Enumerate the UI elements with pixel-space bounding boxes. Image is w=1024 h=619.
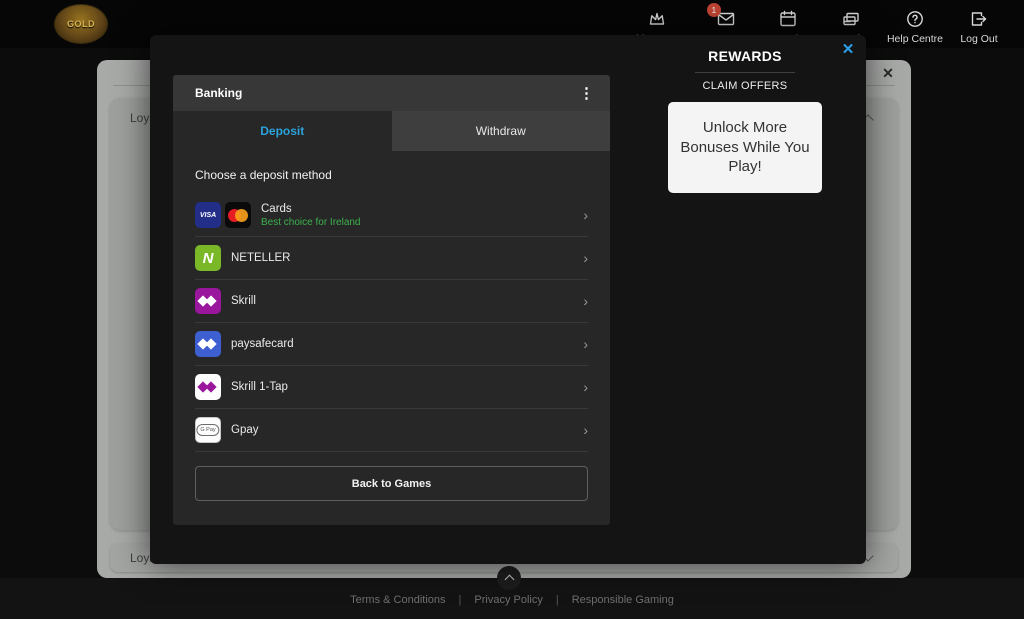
visa-icon: [195, 202, 221, 228]
chevron-up-icon: [504, 575, 514, 585]
calendar-icon: [777, 9, 799, 29]
responsible-gaming-link[interactable]: Responsible Gaming: [572, 594, 674, 606]
method-name: Skrill 1-Tap: [231, 381, 288, 393]
casino-logo-emblem: GOLD: [54, 4, 108, 44]
rewards-divider: [695, 72, 795, 73]
banking-tabs: Deposit Withdraw: [173, 111, 610, 151]
deposit-panel: Choose a deposit method Cards Best choic…: [173, 168, 610, 521]
deposit-method-cards[interactable]: Cards Best choice for Ireland: [195, 194, 588, 237]
deposit-method-paysafecard[interactable]: paysafecard: [195, 323, 588, 366]
mastercard-icon: [225, 202, 251, 228]
terms-link[interactable]: Terms & Conditions: [350, 594, 445, 606]
nav-label: Log Out: [960, 33, 997, 45]
chevron-right-icon: [583, 251, 588, 265]
banking-title: Banking: [195, 86, 242, 100]
scroll-top-button[interactable]: [497, 566, 521, 590]
banking-card: Banking Deposit Withdraw Choose a deposi…: [173, 75, 610, 525]
skrill-1-tap-icon: [195, 374, 221, 400]
skrill-icon: [195, 288, 221, 314]
messages-badge: 1: [707, 3, 721, 17]
deposit-method-gpay[interactable]: Gpay: [195, 409, 588, 452]
banking-modal-overlay: Banking Deposit Withdraw Choose a deposi…: [150, 35, 866, 564]
back-to-games-button[interactable]: Back to Games: [195, 466, 588, 501]
rewards-panel: REWARDS CLAIM OFFERS Unlock More Bonuses…: [668, 48, 822, 193]
tab-withdraw[interactable]: Withdraw: [392, 111, 611, 151]
deposit-method-skrill[interactable]: Skrill: [195, 280, 588, 323]
chevron-right-icon: [583, 380, 588, 394]
chevron-right-icon: [583, 208, 588, 222]
nav-help-centre[interactable]: Help Centre: [882, 0, 948, 45]
chevron-right-icon: [583, 294, 588, 308]
method-name: paysafecard: [231, 338, 294, 350]
method-name: Cards: [261, 203, 361, 215]
neteller-icon: [195, 245, 221, 271]
rewards-title: REWARDS: [668, 48, 822, 64]
crown-icon: [646, 9, 668, 29]
method-name: Skrill: [231, 295, 256, 307]
logout-icon: [968, 9, 990, 29]
footer-separator: |: [556, 594, 559, 606]
nav-log-out[interactable]: Log Out: [948, 0, 1010, 45]
section-heading: Choose a deposit method: [195, 168, 588, 182]
tab-claim-offers[interactable]: CLAIM OFFERS: [668, 80, 822, 92]
chevron-right-icon: [583, 423, 588, 437]
privacy-link[interactable]: Privacy Policy: [474, 594, 542, 606]
rewards-card-text: Unlock More Bonuses While You Play!: [680, 119, 809, 175]
method-name: NETELLER: [231, 252, 290, 264]
deposit-methods-list: Cards Best choice for Ireland NETELLER: [195, 194, 588, 452]
method-note: Best choice for Ireland: [261, 217, 361, 228]
rewards-card[interactable]: Unlock More Bonuses While You Play!: [668, 102, 822, 193]
panel-close-icon[interactable]: [879, 64, 897, 82]
envelope-icon: 1: [715, 9, 737, 29]
app-root: GOLD Achievements 1 Messages Promo: [0, 0, 1024, 619]
footer-links: Terms & Conditions | Privacy Policy | Re…: [0, 594, 1024, 606]
banking-header: Banking: [173, 75, 610, 111]
bank-cards-icon: [840, 9, 862, 29]
question-icon: [904, 9, 926, 29]
gpay-icon: [195, 417, 221, 443]
deposit-method-neteller[interactable]: NETELLER: [195, 237, 588, 280]
footer-separator: |: [459, 594, 462, 606]
kebab-menu-icon[interactable]: [579, 86, 594, 101]
nav-label: Help Centre: [887, 33, 943, 45]
tab-deposit[interactable]: Deposit: [173, 111, 392, 151]
paysafecard-icon: [195, 331, 221, 357]
deposit-method-skrill-1-tap[interactable]: Skrill 1-Tap: [195, 366, 588, 409]
close-icon[interactable]: [838, 39, 858, 59]
chevron-right-icon: [583, 337, 588, 351]
method-name: Gpay: [231, 424, 259, 436]
casino-logo[interactable]: GOLD: [52, 3, 110, 45]
footer: Terms & Conditions | Privacy Policy | Re…: [0, 578, 1024, 619]
